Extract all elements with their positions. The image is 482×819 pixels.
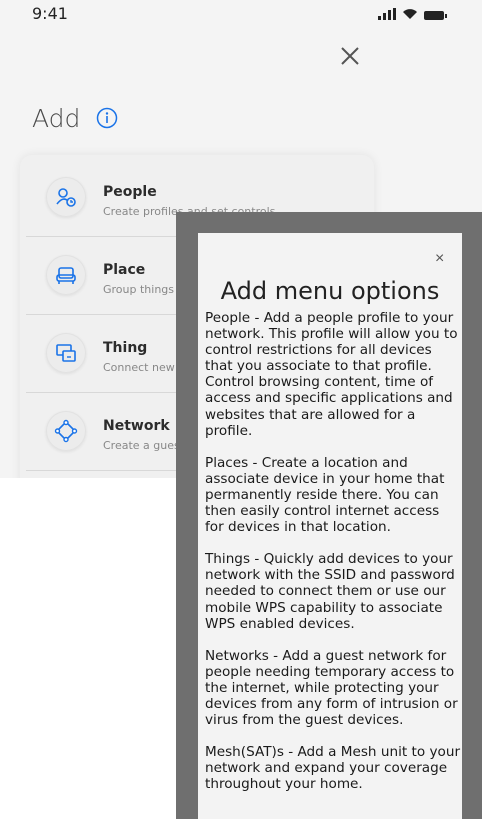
menu-item-subtitle: Create a gues xyxy=(103,439,180,452)
close-icon[interactable] xyxy=(336,42,364,70)
place-icon xyxy=(46,255,86,295)
battery-icon xyxy=(424,11,447,20)
info-icon[interactable] xyxy=(96,107,118,129)
help-dialog: × Add menu options People - Add a people… xyxy=(198,233,462,819)
signal-icon xyxy=(378,8,396,20)
help-body: People - Add a people profile to your ne… xyxy=(205,310,461,808)
status-bar: 9:41 xyxy=(0,0,482,30)
menu-item-title: Network xyxy=(103,418,170,434)
page-title: Add xyxy=(32,104,81,133)
menu-item-title: People xyxy=(103,184,157,200)
devices-icon xyxy=(46,333,86,373)
help-paragraph-places: Places - Create a location and associate… xyxy=(205,454,445,536)
help-paragraph-things: Things - Quickly add devices to your net… xyxy=(205,551,455,632)
status-icons xyxy=(378,8,447,20)
status-time: 9:41 xyxy=(32,4,68,23)
help-paragraph-people: People - Add a people profile to your ne… xyxy=(205,310,458,439)
menu-item-title: Thing xyxy=(103,340,148,356)
help-paragraph-networks: Networks - Add a guest network for peopl… xyxy=(205,647,458,729)
menu-item-title: Place xyxy=(103,262,146,278)
menu-item-subtitle: Group things xyxy=(103,283,175,296)
help-title: Add menu options xyxy=(220,277,440,305)
wifi-icon xyxy=(403,9,417,19)
people-icon xyxy=(46,177,86,217)
menu-item-subtitle: Connect new xyxy=(103,361,175,374)
network-icon xyxy=(46,411,86,451)
help-close-button[interactable]: × xyxy=(435,250,444,268)
help-paragraph-mesh: Mesh(SAT)s - Add a Mesh unit to your net… xyxy=(205,744,461,793)
